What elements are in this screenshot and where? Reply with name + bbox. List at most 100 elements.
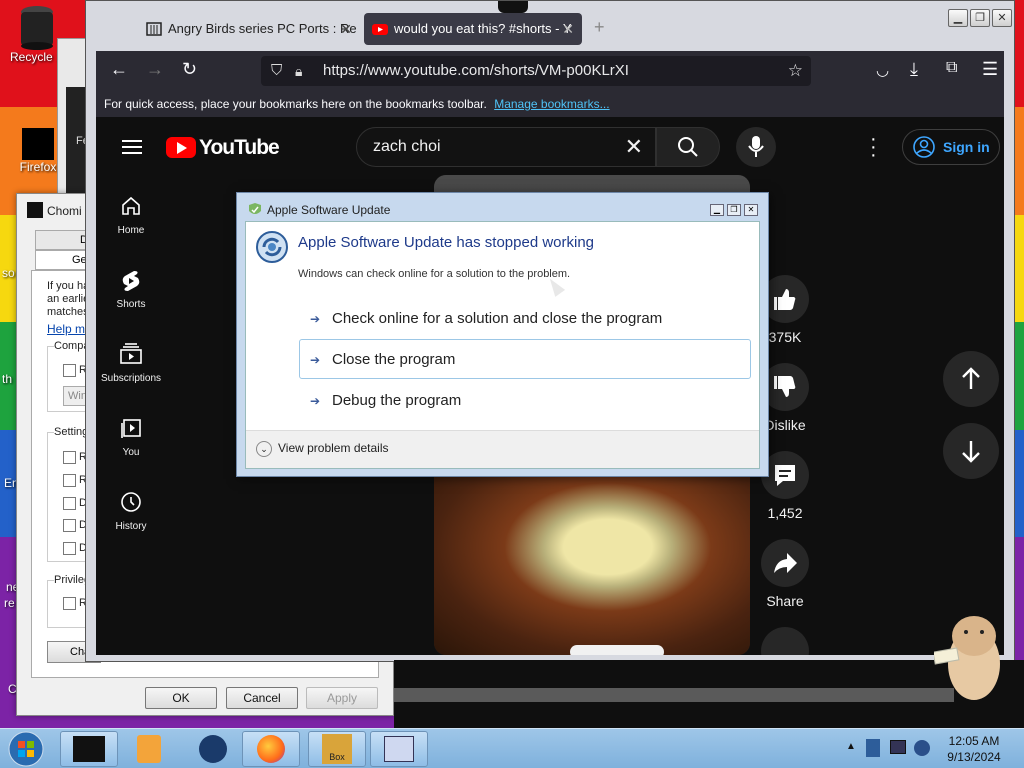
ok-button[interactable]: OK	[145, 687, 217, 709]
firefox-desktop-icon[interactable]: Firefox	[14, 128, 62, 174]
settings-checkbox[interactable]	[63, 474, 76, 487]
firefox-shortcut-icon	[22, 128, 54, 160]
help-link[interactable]: Help m	[47, 322, 85, 336]
tab-angry-birds[interactable]: Angry Birds series PC Ports : Re ✕	[138, 13, 360, 45]
reload-icon[interactable]: ↻	[182, 59, 197, 80]
downloads-icon[interactable]: ⤓	[910, 59, 918, 80]
option-label: Close the program	[332, 351, 456, 368]
properties-window-title: Chomi	[47, 204, 82, 218]
settings-checkbox[interactable]	[63, 497, 76, 510]
check-online-option[interactable]: ➔ Check online for a solution and close t…	[299, 298, 751, 338]
dialog-heading: Apple Software Update has stopped workin…	[298, 234, 595, 251]
taskbar-firefox[interactable]	[242, 731, 300, 767]
dialog-minimize-button[interactable]: ▁	[710, 204, 724, 216]
box-game-label: Box	[329, 752, 345, 762]
next-short-button[interactable]	[943, 423, 999, 479]
compat-checkbox[interactable]	[63, 364, 76, 377]
app-shield-icon	[249, 203, 261, 214]
tray-app-icon[interactable]	[866, 739, 880, 757]
media-player-icon	[137, 735, 161, 763]
tracking-protection-icon[interactable]: ⛉	[271, 56, 282, 86]
more-actions-button[interactable]	[759, 627, 811, 655]
apply-button[interactable]: Apply	[306, 687, 378, 709]
taskbar: Box ▲ 12:05 AM 9/13/2024	[0, 728, 1024, 768]
maximize-button[interactable]: ❐	[970, 9, 990, 27]
back-icon[interactable]: ←	[110, 59, 128, 80]
minimize-button[interactable]: ▁	[948, 9, 968, 27]
tray-expand-icon[interactable]: ▲	[846, 741, 856, 752]
dialog-close-button[interactable]: ✕	[744, 204, 758, 216]
clear-search-icon[interactable]: ✕	[625, 128, 643, 166]
settings-group-label: Setting	[54, 426, 89, 438]
dialog-maximize-button[interactable]: ❐	[727, 204, 741, 216]
nav-history[interactable]: History	[96, 491, 166, 532]
close-tab-icon[interactable]: ✕	[340, 13, 352, 45]
sign-in-button[interactable]: Sign in	[902, 129, 1000, 165]
option-arrow-icon: ➔	[310, 353, 321, 367]
tab-youtube-shorts[interactable]: would you eat this? #shorts - Y ✕	[364, 13, 582, 45]
new-tab-button[interactable]: +	[594, 17, 605, 38]
nav-shorts[interactable]: Shorts	[96, 269, 166, 310]
forward-icon[interactable]: →	[146, 59, 164, 80]
nav-home[interactable]: Home	[96, 195, 166, 236]
taskbar-box-game[interactable]: Box	[308, 731, 366, 767]
search-button[interactable]	[656, 127, 720, 167]
start-button[interactable]	[4, 729, 48, 768]
settings-checkbox[interactable]	[63, 451, 76, 464]
clock-date: 9/13/2024	[947, 750, 1001, 764]
dialog-title: Apple Software Update	[267, 203, 391, 217]
search-input[interactable]: zach choi ✕	[356, 127, 656, 167]
site-lock-icon[interactable]: 🔒︎	[295, 56, 302, 86]
url-bar[interactable]: ⛉ 🔒︎ https://www.youtube.com/shorts/VM-p…	[261, 56, 811, 86]
view-details-toggle[interactable]: ⌄ View problem details	[256, 441, 389, 457]
settings-checkbox[interactable]	[63, 542, 76, 555]
more-options-icon[interactable]: · · ·	[870, 129, 877, 165]
extensions-icon[interactable]: ⧉	[946, 59, 957, 77]
properties-text-line: If you ha	[47, 280, 90, 292]
taskbar-clock[interactable]: 12:05 AM 9/13/2024	[944, 733, 1004, 765]
close-tab-icon[interactable]: ✕	[562, 13, 574, 45]
close-program-option[interactable]: ➔ Close the program	[299, 339, 751, 379]
manage-bookmarks-link[interactable]: Manage bookmarks...	[494, 97, 609, 111]
history-icon	[96, 491, 166, 517]
bookmark-star-icon[interactable]: ☆	[788, 56, 803, 86]
youtube-favicon-icon	[372, 24, 388, 35]
tray-volume-icon[interactable]	[914, 740, 930, 756]
debug-program-option[interactable]: ➔ Debug the program	[299, 380, 751, 420]
share-button[interactable]: Share	[759, 539, 811, 609]
close-window-button[interactable]: ✕	[992, 9, 1012, 27]
youtube-play-icon	[166, 137, 196, 158]
menu-icon[interactable]: ☰	[982, 59, 998, 80]
url-text: https://www.youtube.com/shorts/VM-p00KLr…	[323, 62, 629, 79]
taskbar-black-window[interactable]	[60, 731, 118, 767]
nav-label: You	[122, 447, 140, 458]
previous-short-button[interactable]	[943, 351, 999, 407]
youtube-logo-text: YouTube	[199, 136, 280, 159]
option-arrow-icon: ➔	[310, 394, 321, 408]
privilege-checkbox[interactable]	[63, 597, 76, 610]
voice-search-button[interactable]	[736, 127, 776, 167]
pocket-icon[interactable]: ◡	[876, 61, 889, 79]
video-frame-bowl	[434, 475, 750, 655]
view-details-label: View problem details	[278, 441, 389, 456]
nav-you[interactable]: You	[96, 417, 166, 458]
share-label: Share	[766, 593, 804, 609]
taskbar-chart-app[interactable]	[370, 731, 428, 767]
nav-subscriptions[interactable]: Subscriptions	[96, 343, 166, 384]
error-dialog[interactable]: Apple Software Update ▁ ❐ ✕ Apple Softwa…	[236, 192, 769, 477]
settings-checkbox[interactable]	[63, 519, 76, 532]
app-icon	[27, 202, 43, 218]
youtube-logo[interactable]: YouTube	[166, 136, 280, 159]
hamburger-menu-icon[interactable]	[122, 139, 142, 155]
cancel-button[interactable]: Cancel	[226, 687, 298, 709]
windows-logo-icon	[8, 731, 44, 767]
nav-label: Shorts	[116, 299, 146, 310]
navigation-bar: ← → ↻ ⛉ 🔒︎ https://www.youtube.com/short…	[96, 51, 1004, 91]
account-icon	[913, 136, 935, 158]
tray-network-icon[interactable]	[890, 740, 906, 754]
taskbar-earth[interactable]	[184, 731, 242, 767]
taskbar-media-player[interactable]	[120, 731, 178, 767]
firefox-icon	[257, 735, 285, 763]
recycle-bin-icon	[21, 6, 53, 50]
search-input-value: zach choi	[373, 138, 441, 155]
